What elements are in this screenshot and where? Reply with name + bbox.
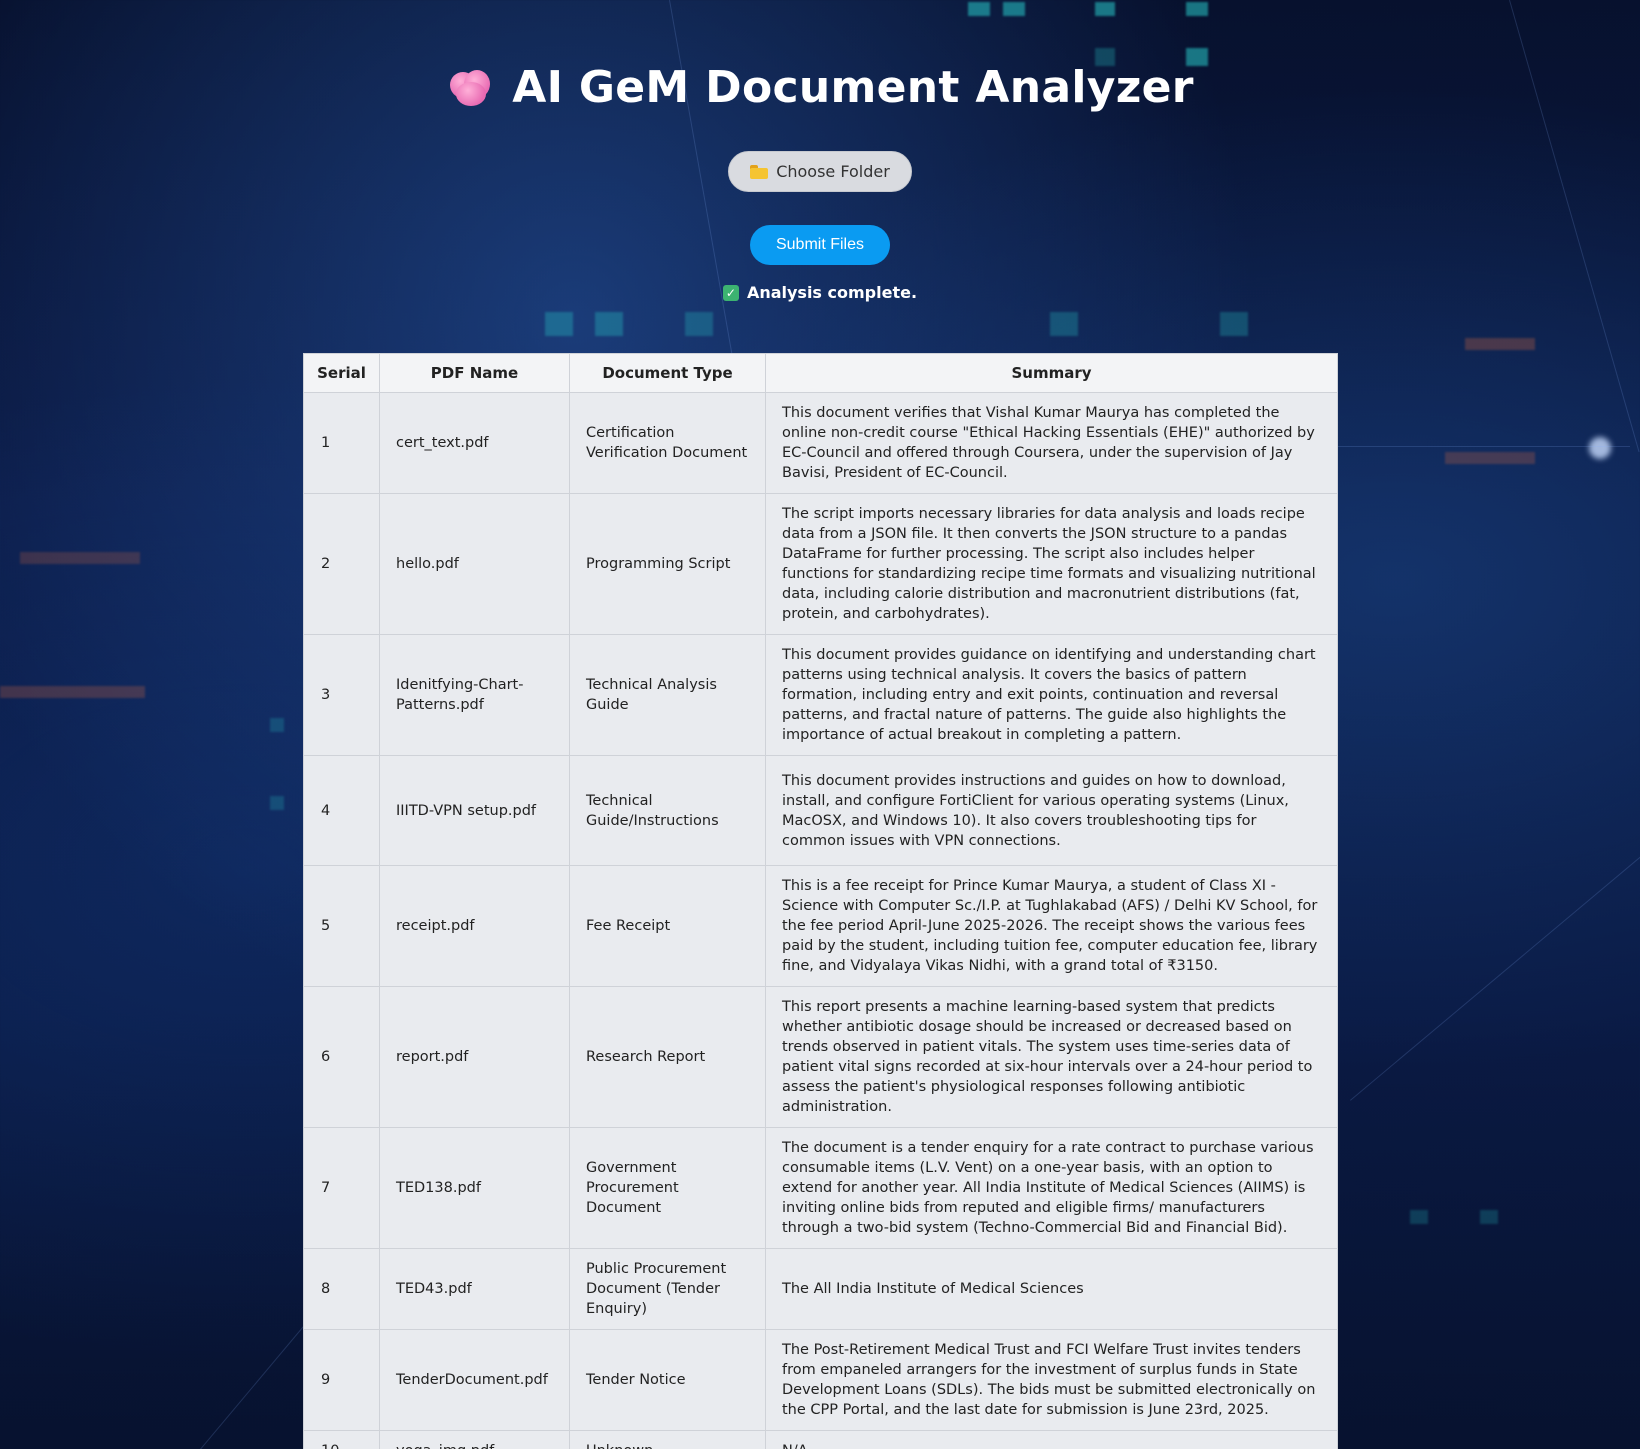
- cell-pdf-name: yoga_img.pdf: [379, 1430, 570, 1449]
- cell-summary: The All India Institute of Medical Scien…: [765, 1248, 1338, 1330]
- cell-summary: This document provides guidance on ident…: [765, 634, 1338, 756]
- cell-document-type: Public Procurement Document (Tender Enqu…: [569, 1248, 766, 1330]
- page-title: AI GeM Document Analyzer: [512, 62, 1194, 113]
- cell-summary: This document verifies that Vishal Kumar…: [765, 392, 1338, 494]
- cell-document-type: Programming Script: [569, 493, 766, 635]
- cell-document-type: Unknown: [569, 1430, 766, 1449]
- table-row: 10 yoga_img.pdf Unknown N/A: [303, 1430, 1338, 1449]
- cell-pdf-name: IIITD-VPN setup.pdf: [379, 755, 570, 866]
- cell-document-type: Certification Verification Document: [569, 392, 766, 494]
- cell-summary: This document provides instructions and …: [765, 755, 1338, 866]
- cell-serial: 1: [303, 392, 380, 494]
- table-row: 6 report.pdf Research Report This report…: [303, 986, 1338, 1128]
- table-header-row: Serial PDF Name Document Type Summary: [303, 353, 1338, 393]
- cell-summary: The Post-Retirement Medical Trust and FC…: [765, 1329, 1338, 1431]
- cell-serial: 2: [303, 493, 380, 635]
- table-row: 2 hello.pdf Programming Script The scrip…: [303, 493, 1338, 635]
- table-row: 4 IIITD-VPN setup.pdf Technical Guide/In…: [303, 755, 1338, 866]
- cell-serial: 9: [303, 1329, 380, 1431]
- column-header-pdf-name: PDF Name: [379, 353, 570, 393]
- cell-summary: This is a fee receipt for Prince Kumar M…: [765, 865, 1338, 987]
- cell-serial: 8: [303, 1248, 380, 1330]
- cell-serial: 4: [303, 755, 380, 866]
- cell-document-type: Fee Receipt: [569, 865, 766, 987]
- cell-pdf-name: TED138.pdf: [379, 1127, 570, 1249]
- table-row: 7 TED138.pdf Government Procurement Docu…: [303, 1127, 1338, 1249]
- column-header-serial: Serial: [303, 353, 380, 393]
- cell-pdf-name: TED43.pdf: [379, 1248, 570, 1330]
- results-table-container: Serial PDF Name Document Type Summary 1 …: [303, 353, 1338, 1449]
- check-icon: ✓: [722, 284, 739, 301]
- cell-document-type: Tender Notice: [569, 1329, 766, 1431]
- cell-serial: 10: [303, 1430, 380, 1449]
- cell-document-type: Research Report: [569, 986, 766, 1128]
- results-table: Serial PDF Name Document Type Summary 1 …: [303, 353, 1338, 1449]
- column-header-summary: Summary: [765, 353, 1338, 393]
- cell-pdf-name: Idenitfying-Chart-Patterns.pdf: [379, 634, 570, 756]
- table-row: 3 Idenitfying-Chart-Patterns.pdf Technic…: [303, 634, 1338, 756]
- cell-pdf-name: hello.pdf: [379, 493, 570, 635]
- table-row: 9 TenderDocument.pdf Tender Notice The P…: [303, 1329, 1338, 1431]
- column-header-document-type: Document Type: [569, 353, 766, 393]
- cell-pdf-name: TenderDocument.pdf: [379, 1329, 570, 1431]
- table-row: 5 receipt.pdf Fee Receipt This is a fee …: [303, 865, 1338, 987]
- cell-serial: 3: [303, 634, 380, 756]
- cell-serial: 6: [303, 986, 380, 1128]
- table-row: 1 cert_text.pdf Certification Verificati…: [303, 392, 1338, 494]
- choose-folder-label: Choose Folder: [776, 162, 890, 181]
- folder-icon: [750, 164, 769, 179]
- page-header: AI GeM Document Analyzer: [0, 62, 1640, 113]
- cell-summary: The script imports necessary libraries f…: [765, 493, 1338, 635]
- cell-pdf-name: report.pdf: [379, 986, 570, 1128]
- cell-summary: The document is a tender enquiry for a r…: [765, 1127, 1338, 1249]
- cell-document-type: Technical Analysis Guide: [569, 634, 766, 756]
- table-row: 8 TED43.pdf Public Procurement Document …: [303, 1248, 1338, 1330]
- cell-document-type: Technical Guide/Instructions: [569, 755, 766, 866]
- cell-document-type: Government Procurement Document: [569, 1127, 766, 1249]
- cell-summary: This report presents a machine learning-…: [765, 986, 1338, 1128]
- cell-pdf-name: receipt.pdf: [379, 865, 570, 987]
- choose-folder-button[interactable]: Choose Folder: [728, 151, 912, 192]
- brain-icon: [446, 68, 494, 108]
- cell-serial: 7: [303, 1127, 380, 1249]
- status-text: Analysis complete.: [746, 283, 918, 302]
- cell-pdf-name: cert_text.pdf: [379, 392, 570, 494]
- submit-files-button[interactable]: Submit Files: [750, 225, 890, 265]
- status-message: ✓ Analysis complete.: [0, 283, 1640, 302]
- cell-serial: 5: [303, 865, 380, 987]
- cell-summary: N/A: [765, 1430, 1338, 1449]
